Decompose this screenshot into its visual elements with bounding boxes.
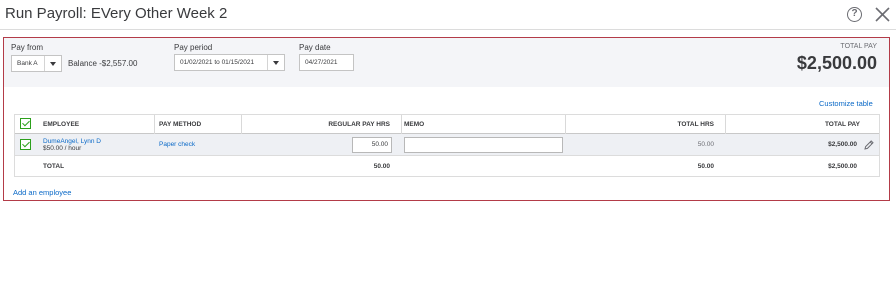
pay-period-value: 01/02/2021 to 01/15/2021: [180, 59, 255, 66]
col-employee: EMPLOYEE: [43, 120, 80, 128]
table-header-row: EMPLOYEE PAY METHOD REGULAR PAY HRS MEMO…: [15, 115, 879, 134]
employee-rate: $50.00 / hour: [43, 144, 82, 152]
payroll-header: Pay from Bank A Balance -$2,557.00 Pay p…: [4, 38, 889, 87]
payroll-table: EMPLOYEE PAY METHOD REGULAR PAY HRS MEMO…: [14, 114, 880, 177]
employee-row-checkbox[interactable]: [20, 139, 31, 150]
pay-date-label: Pay date: [299, 43, 331, 52]
memo-input[interactable]: [404, 137, 563, 153]
customize-table-link[interactable]: Customize table: [819, 99, 873, 108]
chevron-down-icon: [267, 55, 284, 70]
pay-period-select[interactable]: 01/02/2021 to 01/15/2021: [174, 54, 285, 71]
add-employee-link[interactable]: Add an employee: [13, 188, 71, 197]
col-pay-method: PAY METHOD: [159, 120, 202, 128]
table-total-row: TOTAL 50.00 50.00 $2,500.00: [15, 156, 879, 176]
close-icon[interactable]: [874, 6, 891, 23]
pay-method-cell: Paper check: [159, 134, 195, 155]
col-total-pay: TOTAL PAY: [824, 120, 860, 128]
pay-from-value: Bank A: [17, 60, 38, 67]
total-pay-amount: $2,500.00: [796, 53, 877, 73]
regular-pay-hrs-input[interactable]: 50.00: [352, 137, 392, 153]
chevron-down-icon: [44, 56, 61, 71]
balance-text: Balance -$2,557.00: [68, 59, 138, 68]
title-bar: Run Payroll: EVery Other Week 2 ?: [0, 0, 896, 30]
total-pay-label: TOTAL PAY: [840, 43, 877, 50]
select-all-checkbox[interactable]: [20, 118, 31, 129]
pencil-icon[interactable]: [863, 139, 875, 151]
total-pay-cell: $2,500.00: [828, 141, 857, 148]
window-title: Run Payroll: EVery Other Week 2: [5, 5, 228, 22]
pay-date-input[interactable]: 04/27/2021: [299, 54, 354, 71]
col-regular-pay-hrs: REGULAR PAY HRS: [328, 120, 390, 128]
total-total-pay: $2,500.00: [828, 162, 857, 170]
employee-name-link[interactable]: DumeAngel, Lynn D: [43, 138, 101, 145]
total-label: TOTAL: [43, 162, 65, 170]
pay-date-value: 04/27/2021: [305, 59, 338, 66]
col-total-hrs: TOTAL HRS: [677, 120, 714, 128]
question-circle-icon[interactable]: ?: [847, 7, 862, 22]
table-row: DumeAngel, Lynn D $50.00 / hour Paper ch…: [15, 134, 879, 156]
pay-period-label: Pay period: [174, 43, 213, 52]
total-regular-pay-hrs: 50.00: [373, 162, 390, 170]
employee-cell: DumeAngel, Lynn D $50.00 / hour: [43, 134, 101, 155]
total-hrs-cell: 50.00: [697, 141, 714, 148]
pay-from-select[interactable]: Bank A: [11, 55, 62, 72]
payroll-panel: Pay from Bank A Balance -$2,557.00 Pay p…: [3, 37, 890, 201]
pay-from-label: Pay from: [11, 43, 44, 52]
col-memo: MEMO: [404, 120, 425, 128]
total-total-hrs: 50.00: [697, 162, 714, 170]
pay-method-link[interactable]: Paper check: [159, 141, 195, 148]
